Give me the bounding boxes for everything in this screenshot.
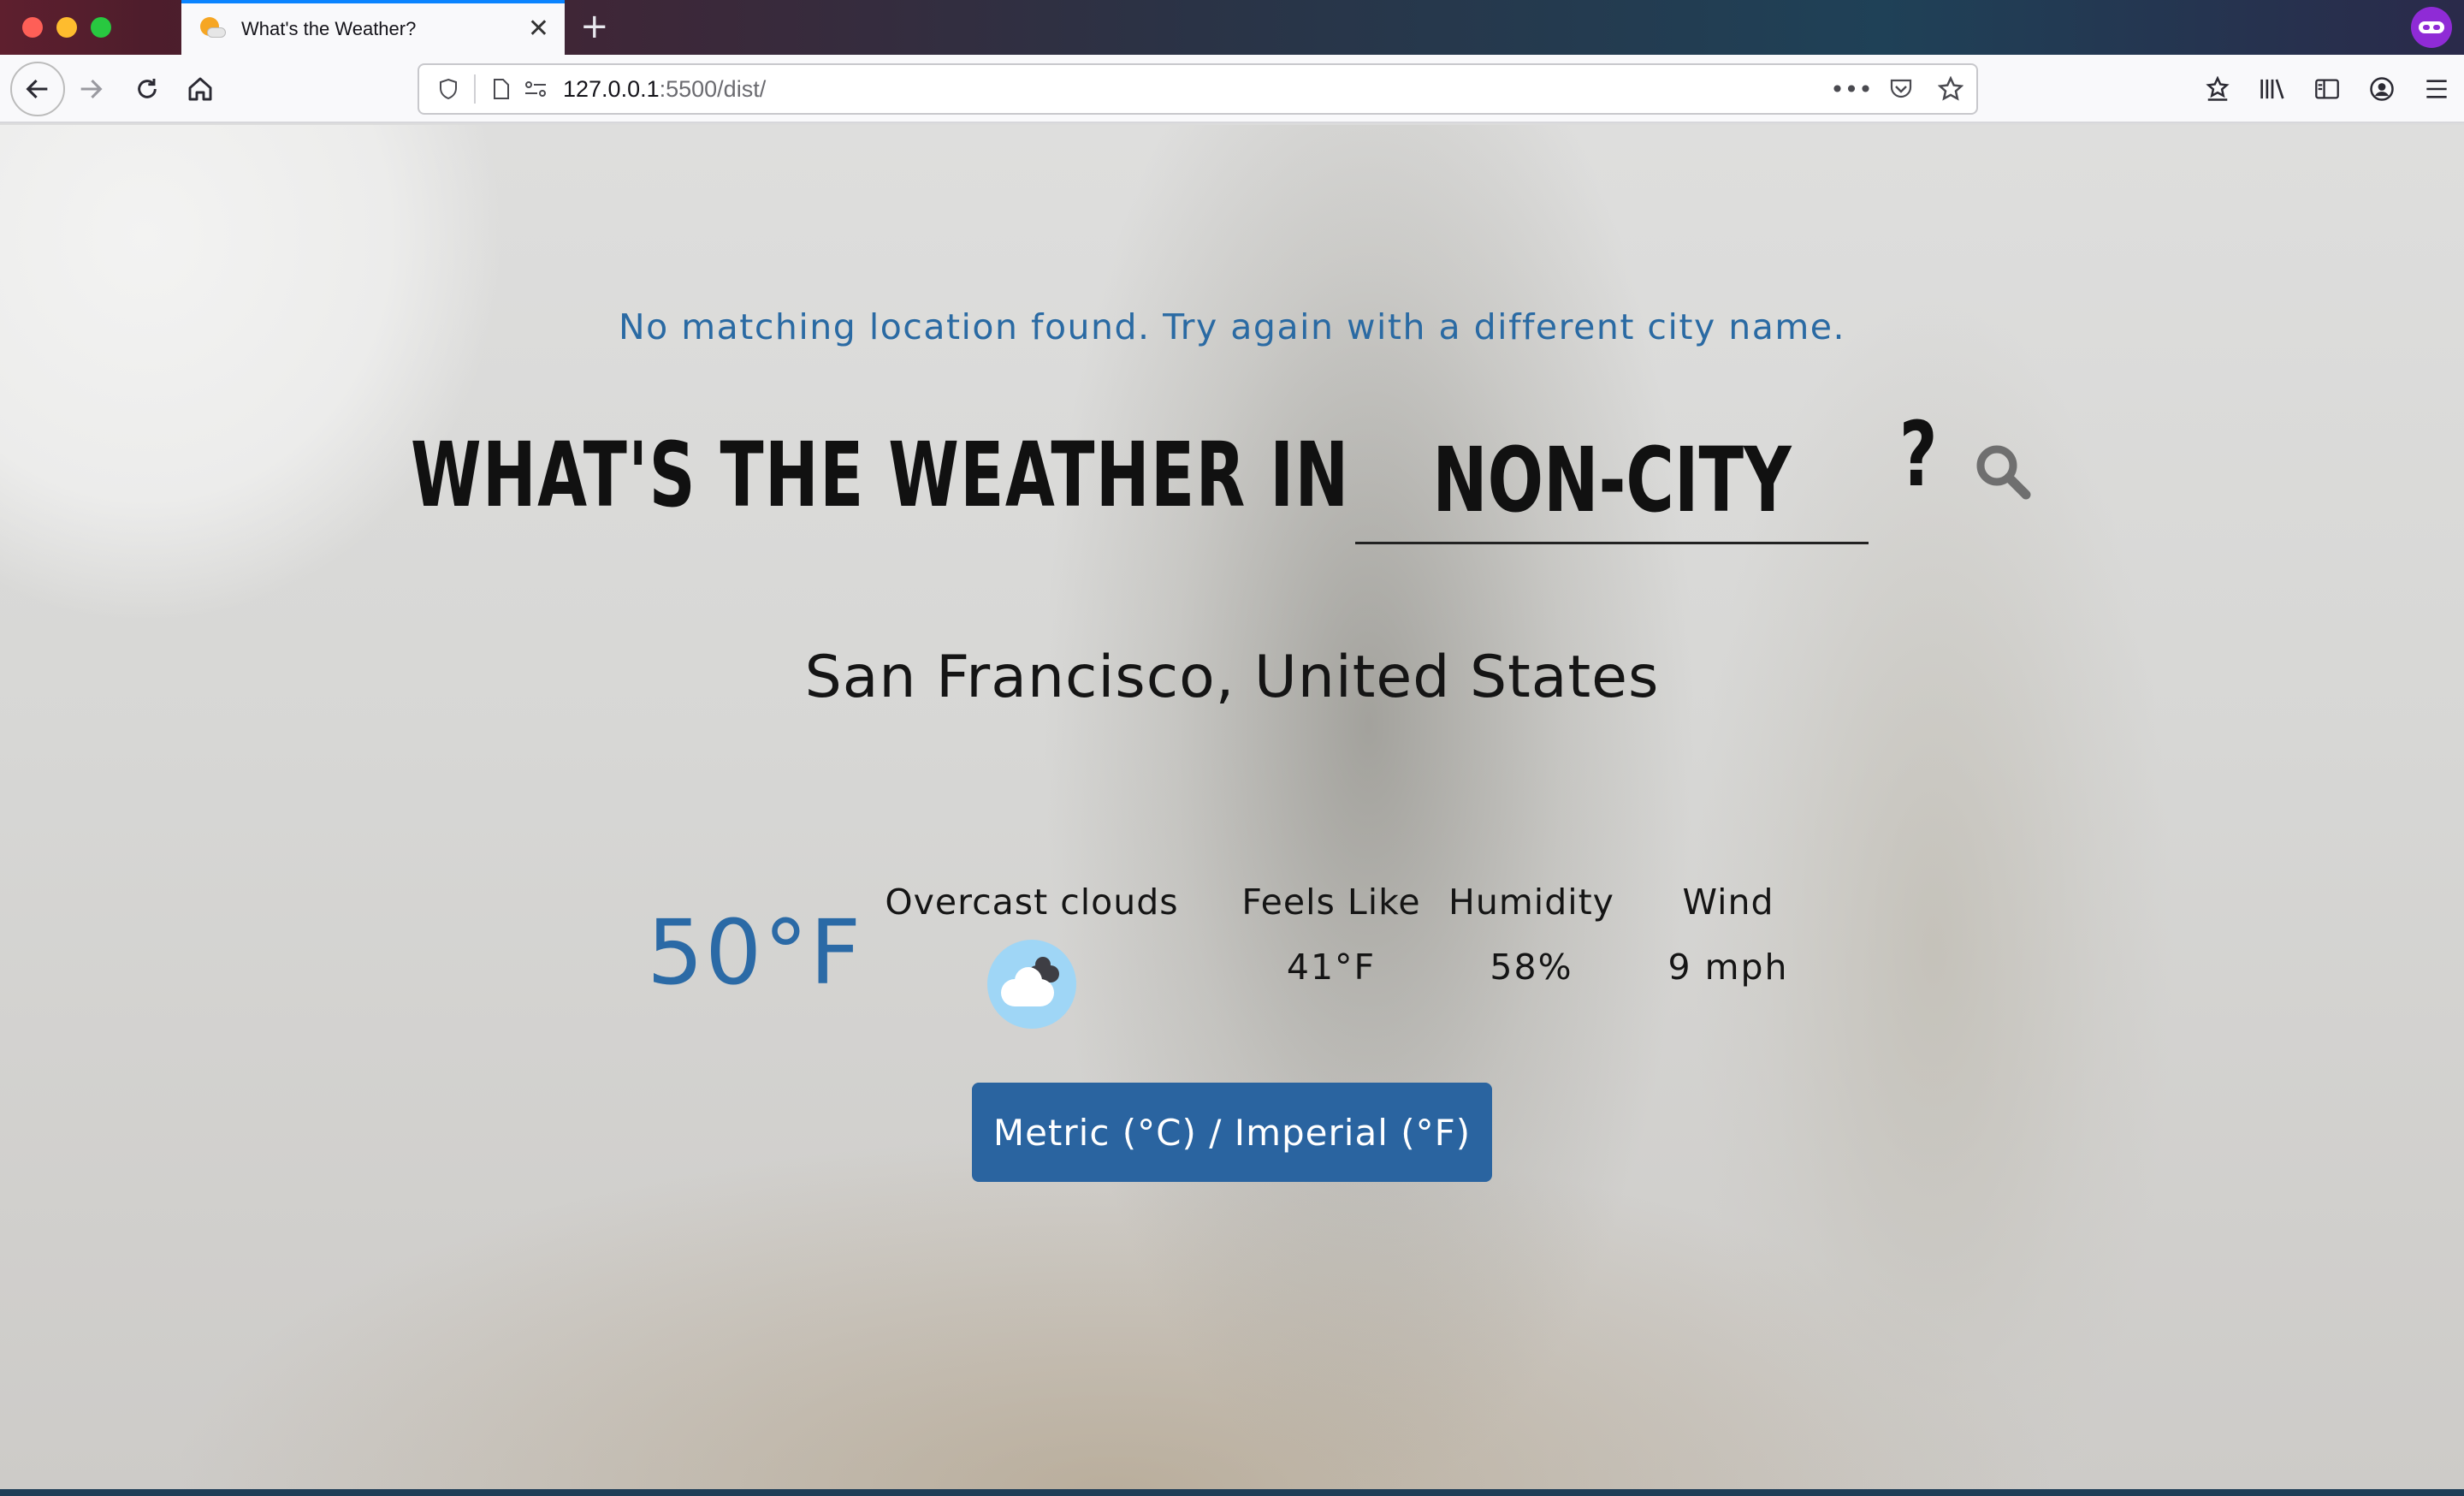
url-host: 127.0.0.1 xyxy=(563,75,660,102)
menu-icon[interactable] xyxy=(2409,67,2464,111)
url-path: :5500/dist/ xyxy=(659,75,767,102)
question-mark: ? xyxy=(1898,402,1938,507)
feels-like-value: 41°F xyxy=(1286,947,1377,988)
unit-toggle-button[interactable]: Metric (°C) / Imperial (°F) xyxy=(972,1083,1492,1182)
zoom-window-button[interactable] xyxy=(91,17,111,38)
page-icon[interactable] xyxy=(484,72,518,106)
reload-icon[interactable] xyxy=(125,67,169,111)
url-separator xyxy=(474,74,476,104)
wind-label: Wind xyxy=(1682,882,1774,923)
wind-column: Wind 9 mph xyxy=(1643,882,1814,988)
wind-value: 9 mph xyxy=(1667,947,1789,988)
description-label: Overcast clouds xyxy=(885,882,1179,923)
account-icon[interactable] xyxy=(2354,67,2409,111)
toolbar-right xyxy=(2190,67,2464,111)
tab-close-icon[interactable]: ✕ xyxy=(528,15,549,43)
search-icon[interactable] xyxy=(1973,442,2033,502)
humidity-column: Humidity 58% xyxy=(1446,882,1617,988)
feels-like-column: Feels Like 41°F xyxy=(1229,882,1434,988)
shield-icon[interactable] xyxy=(431,72,465,106)
permissions-icon[interactable] xyxy=(518,72,553,106)
title-bar: What's the Weather? ✕ + xyxy=(0,0,2464,55)
humidity-value: 58% xyxy=(1490,947,1573,988)
window-bottom-edge xyxy=(0,1489,2464,1496)
back-icon[interactable] xyxy=(10,62,65,116)
tab-title: What's the Weather? xyxy=(241,18,417,39)
overcast-clouds-icon xyxy=(987,940,1076,1029)
private-browsing-icon xyxy=(2411,7,2452,48)
feels-like-label: Feels Like xyxy=(1241,882,1421,923)
navigation-toolbar: 127.0.0.1:5500/dist/ ••• xyxy=(0,55,2464,123)
weather-favicon-icon xyxy=(198,15,226,43)
url-text[interactable]: 127.0.0.1:5500/dist/ xyxy=(563,76,766,103)
home-icon[interactable] xyxy=(178,67,222,111)
location-name: San Francisco, United States xyxy=(804,644,1660,711)
url-bar[interactable]: 127.0.0.1:5500/dist/ ••• xyxy=(418,63,1978,115)
library-icon[interactable] xyxy=(2245,67,2300,111)
error-message: No matching location found. Try again wi… xyxy=(618,306,1846,347)
city-input[interactable] xyxy=(1422,416,1802,542)
headline-text: WHAT'S THE WEATHER IN xyxy=(411,423,1350,527)
forward-icon[interactable] xyxy=(68,67,113,111)
sidebar-icon[interactable] xyxy=(2300,67,2354,111)
close-window-button[interactable] xyxy=(22,17,43,38)
weather-description: Overcast clouds xyxy=(878,882,1186,923)
temperature: 50°F xyxy=(647,900,863,1005)
headline: WHAT'S THE WEATHER IN xyxy=(411,411,1350,539)
url-actions: ••• xyxy=(1830,72,1968,106)
new-tab-icon[interactable]: + xyxy=(580,7,609,46)
pocket-icon[interactable] xyxy=(1884,72,1918,106)
city-input-wrapper xyxy=(1355,416,1869,544)
minimize-window-button[interactable] xyxy=(56,17,77,38)
bookmarks-toolbar-icon[interactable] xyxy=(2190,67,2245,111)
more-icon[interactable]: ••• xyxy=(1830,72,1873,106)
active-tab[interactable]: What's the Weather? ✕ xyxy=(181,0,565,55)
humidity-label: Humidity xyxy=(1448,882,1614,923)
bookmark-star-icon[interactable] xyxy=(1934,72,1968,106)
